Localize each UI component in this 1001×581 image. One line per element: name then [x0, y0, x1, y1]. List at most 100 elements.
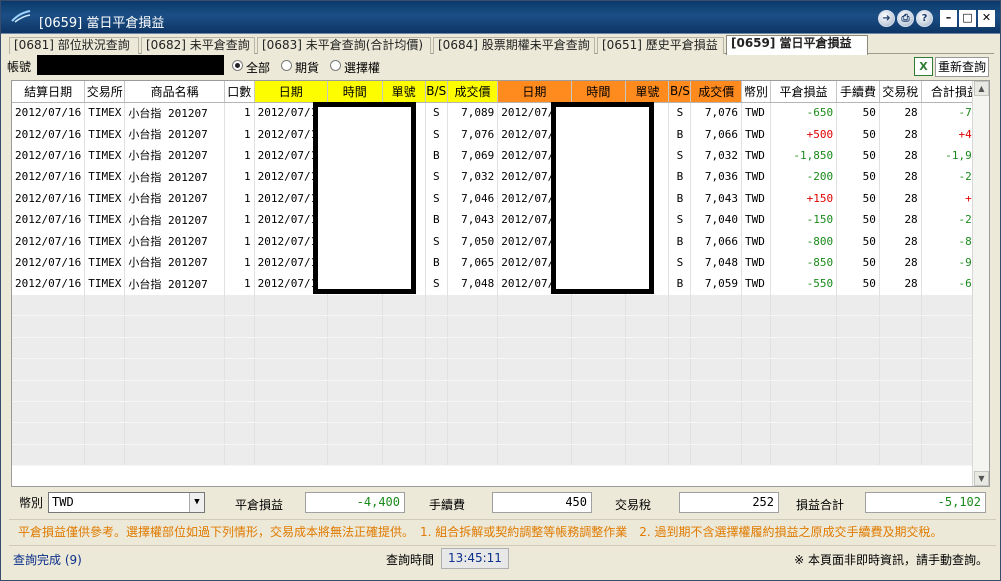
minimize-icon[interactable]: –	[940, 10, 957, 27]
col-close-order[interactable]: 單號	[625, 81, 670, 103]
cell-realized-pnl: -1,850	[770, 144, 838, 167]
currency-select[interactable]: TWD ▼	[48, 492, 205, 513]
title-bar[interactable]: [0659] 當日平倉損益 ➜ ⎙ ? – □ ✕	[1, 1, 1000, 34]
col-tax[interactable]: 交易稅	[879, 81, 922, 103]
cell-realized-pnl: -200	[770, 166, 838, 188]
close-icon[interactable]: ✕	[978, 10, 995, 27]
col-close-date[interactable]: 日期	[497, 81, 572, 103]
empty-cell	[770, 422, 838, 445]
cell-open-bs: S	[425, 166, 448, 188]
cell-settle-date: 2012/07/16	[12, 166, 86, 188]
empty-cell	[741, 337, 771, 360]
cell-exchange: TIMEX	[84, 187, 126, 209]
radio-options[interactable]	[330, 60, 341, 71]
empty-row	[12, 380, 989, 402]
cell-lots: 1	[224, 251, 255, 274]
table-row[interactable]: 2012/07/16 TIMEX 小台指 201207 1 2012/07/16 S 7,0…	[12, 187, 989, 209]
print-icon[interactable]: ⎙	[897, 10, 914, 27]
col-currency[interactable]: 幣別	[741, 81, 771, 103]
tab-0684[interactable]: [0684] 股票期權未平倉查詢	[433, 37, 595, 54]
cell-lots: 1	[224, 102, 255, 124]
dropdown-arrow-icon[interactable]: ▼	[189, 493, 204, 512]
exit-icon[interactable]: ➜	[878, 10, 895, 27]
table-row[interactable]: 2012/07/16 TIMEX 小台指 201207 1 2012/07/16 B 7,0…	[12, 208, 989, 231]
empty-row	[12, 358, 989, 381]
empty-row	[12, 337, 989, 360]
cell-product: 小台指 201207	[124, 166, 225, 188]
col-fee[interactable]: 手續費	[836, 81, 880, 103]
empty-cell	[124, 380, 225, 402]
empty-cell	[224, 444, 255, 467]
status-bar: 查詢完成 (9) 查詢時間 13:45:11 ※ 本頁面非即時資訊，請手動查詢。	[1, 547, 1000, 570]
col-close-price[interactable]: 成交價	[690, 81, 742, 103]
cell-tax: 28	[879, 102, 922, 124]
scroll-up-icon[interactable]: ▲	[974, 81, 989, 96]
col-realized-pnl[interactable]: 平倉損益	[770, 81, 838, 103]
empty-cell	[12, 358, 86, 381]
radio-all[interactable]	[232, 60, 243, 71]
cell-open-bs: B	[425, 144, 448, 167]
empty-cell	[327, 444, 383, 467]
empty-cell	[770, 358, 838, 381]
col-open-order[interactable]: 單號	[382, 81, 426, 103]
cell-close-price: 7,032	[690, 144, 742, 167]
col-lots[interactable]: 口數	[224, 81, 255, 103]
tab-0659[interactable]: [0659] 當日平倉損益	[726, 35, 868, 55]
empty-cell	[741, 358, 771, 381]
cell-realized-pnl: -550	[770, 273, 838, 295]
col-open-bs[interactable]: B/S	[425, 81, 448, 103]
scroll-down-icon[interactable]: ▼	[974, 471, 989, 486]
vertical-scrollbar[interactable]: ▲ ▼	[972, 81, 989, 486]
radio-futures[interactable]	[281, 60, 292, 71]
empty-cell	[625, 401, 670, 424]
tab-0681[interactable]: [0681] 部位狀況查詢	[9, 37, 139, 54]
col-open-price[interactable]: 成交價	[447, 81, 499, 103]
empty-cell	[625, 337, 670, 360]
empty-cell	[224, 337, 255, 360]
table-row[interactable]: 2012/07/16 TIMEX 小台指 201207 1 2012/07/16 B 7,0…	[12, 144, 989, 167]
col-open-date[interactable]: 日期	[254, 81, 328, 103]
col-open-time[interactable]: 時間	[327, 81, 383, 103]
col-product[interactable]: 商品名稱	[124, 81, 225, 103]
excel-export-icon[interactable]: X	[914, 57, 933, 76]
tab-0683[interactable]: [0683] 未平倉查詢(合計均價)	[257, 37, 431, 54]
empty-cell	[571, 294, 627, 317]
col-settle-date[interactable]: 結算日期	[12, 81, 86, 103]
tab-0651[interactable]: [0651] 歷史平倉損益	[597, 37, 724, 54]
col-exchange[interactable]: 交易所	[84, 81, 126, 103]
total-label: 損益合計	[796, 498, 845, 512]
requery-button[interactable]: 重新查詢	[935, 57, 989, 77]
table-row[interactable]: 2012/07/16 TIMEX 小台指 201207 1 2012/07/16 S 7,0…	[12, 123, 989, 145]
cell-close-price: 7,059	[690, 273, 742, 295]
empty-cell	[447, 422, 499, 445]
tab-0682[interactable]: [0682] 未平倉查詢	[141, 37, 255, 54]
empty-row	[12, 401, 989, 424]
account-field[interactable]	[37, 55, 224, 75]
cell-fee: 50	[836, 208, 880, 231]
col-close-time[interactable]: 時間	[571, 81, 627, 103]
cell-tax: 28	[879, 123, 922, 145]
cell-product: 小台指 201207	[124, 230, 225, 252]
table-row[interactable]: 2012/07/16 TIMEX 小台指 201207 1 2012/07/16 S 7,0…	[12, 273, 989, 295]
currency-label: 幣別	[19, 496, 44, 510]
maximize-icon[interactable]: □	[959, 10, 976, 27]
table-row[interactable]: 2012/07/16 TIMEX 小台指 201207 1 2012/07/16 S 7,0…	[12, 102, 989, 124]
empty-row	[12, 294, 989, 317]
help-icon[interactable]: ?	[916, 10, 933, 27]
table-row[interactable]: 2012/07/16 TIMEX 小台指 201207 1 2012/07/16 S 7,0…	[12, 166, 989, 188]
empty-cell	[571, 444, 627, 467]
table-row[interactable]: 2012/07/16 TIMEX 小台指 201207 1 2012/07/16 S 7,0…	[12, 230, 989, 252]
empty-cell	[84, 422, 126, 445]
cell-open-price: 7,076	[447, 123, 499, 145]
empty-cell	[447, 401, 499, 424]
empty-cell	[879, 401, 922, 424]
empty-cell	[625, 315, 670, 338]
table-row[interactable]: 2012/07/16 TIMEX 小台指 201207 1 2012/07/16 B 7,0…	[12, 251, 989, 274]
empty-cell	[690, 380, 742, 402]
col-close-bs[interactable]: B/S	[668, 81, 692, 103]
empty-cell	[836, 401, 880, 424]
empty-cell	[668, 358, 692, 381]
cell-settle-date: 2012/07/16	[12, 208, 86, 231]
realtime-notice: ※ 本頁面非即時資訊，請手動查詢。	[794, 553, 988, 567]
pnl-value: -4,400	[305, 492, 405, 513]
